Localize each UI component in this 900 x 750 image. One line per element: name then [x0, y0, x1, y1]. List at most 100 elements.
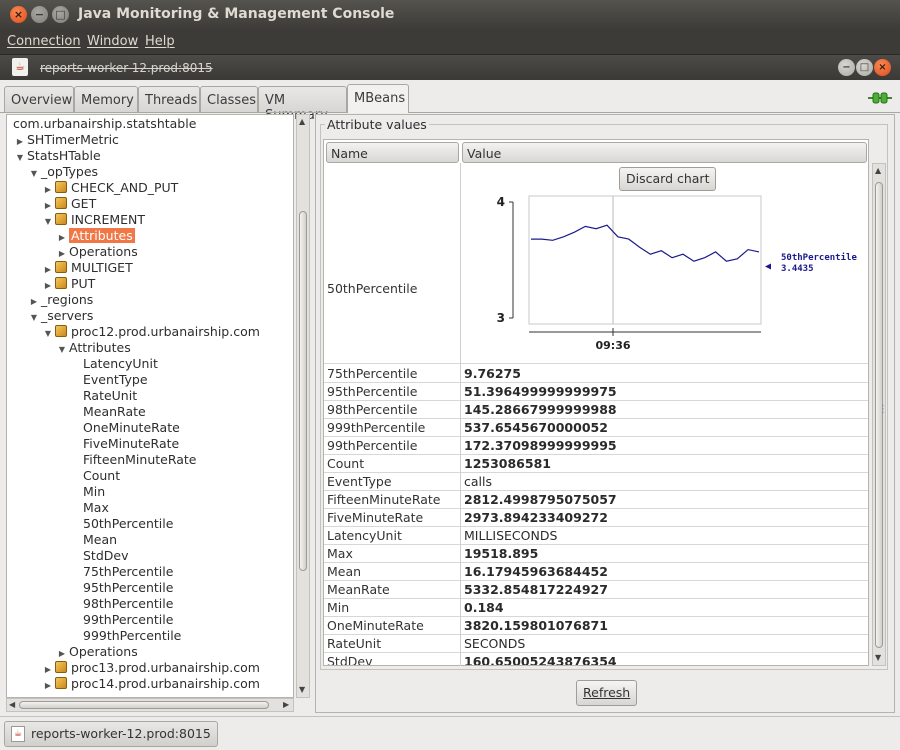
tree-node[interactable]: ▼ StatsHTable — [13, 148, 101, 164]
tree-node[interactable]: Max — [83, 500, 109, 516]
tree-node[interactable]: ▼ proc12.prod.urbanairship.com — [41, 324, 260, 340]
table-row[interactable]: EventType calls — [324, 473, 868, 491]
expanded-arrow-icon[interactable]: ▼ — [41, 217, 55, 226]
tab-classes[interactable]: Classes — [200, 86, 258, 113]
tab-overview[interactable]: Overview — [4, 86, 74, 113]
table-row[interactable]: LatencyUnit MILLISECONDS — [324, 527, 868, 545]
table-row[interactable]: Mean 16.17945963684452 — [324, 563, 868, 581]
scroll-down-arrow-icon[interactable]: ▼ — [299, 685, 305, 694]
tree-node[interactable]: ▶ CHECK_AND_PUT — [41, 180, 178, 196]
tree-node[interactable]: com.urbanairship.statshtable — [13, 116, 196, 132]
menu-window[interactable]: Window — [87, 34, 138, 49]
tree-node[interactable]: FifteenMinuteRate — [83, 452, 197, 468]
tree-node[interactable]: ▶ Operations — [55, 644, 138, 660]
tree-node[interactable]: OneMinuteRate — [83, 420, 180, 436]
expanded-arrow-icon[interactable]: ▼ — [55, 345, 69, 354]
scroll-left-arrow-icon[interactable]: ◀ — [9, 700, 15, 709]
tree-node[interactable]: ▶ MULTIGET — [41, 260, 133, 276]
tree-vertical-scroll-thumb[interactable] — [299, 211, 307, 571]
tree-node[interactable]: ▶ _regions — [27, 292, 93, 308]
window-close-button[interactable]: × — [10, 6, 27, 23]
collapsed-arrow-icon[interactable]: ▶ — [41, 665, 55, 674]
tree-node[interactable]: Min — [83, 484, 105, 500]
tree-node[interactable]: StdDev — [83, 548, 128, 564]
frame-minimize-button[interactable]: − — [838, 59, 855, 76]
expanded-arrow-icon[interactable]: ▼ — [41, 329, 55, 338]
menu-help[interactable]: Help — [145, 34, 175, 49]
tree-node[interactable]: 98thPercentile — [83, 596, 173, 612]
collapsed-arrow-icon[interactable]: ▶ — [41, 201, 55, 210]
table-row[interactable]: RateUnit SECONDS — [324, 635, 868, 653]
table-row[interactable]: Max 19518.895 — [324, 545, 868, 563]
table-scroll-down-arrow-icon[interactable]: ▼ — [875, 653, 881, 662]
tree-node[interactable]: FiveMinuteRate — [83, 436, 179, 452]
tree-node[interactable]: EventType — [83, 372, 148, 388]
tree-node[interactable]: ▶ Operations — [55, 244, 138, 260]
table-row[interactable]: MeanRate 5332.854817224927 — [324, 581, 868, 599]
collapsed-arrow-icon[interactable]: ▶ — [55, 233, 69, 242]
expanded-arrow-icon[interactable]: ▼ — [27, 313, 41, 322]
window-maximize-button[interactable]: □ — [52, 6, 69, 23]
tree-node[interactable]: ▼ _servers — [27, 308, 93, 324]
tree-node[interactable]: ▶ SHTimerMetric — [13, 132, 119, 148]
table-row[interactable]: Min 0.184 — [324, 599, 868, 617]
tree-node[interactable]: ▼ Attributes — [55, 340, 131, 356]
scroll-up-arrow-icon[interactable]: ▲ — [299, 117, 305, 126]
table-row[interactable]: FiveMinuteRate 2973.894233409272 — [324, 509, 868, 527]
connected-plug-icon[interactable] — [868, 92, 892, 104]
table-vertical-scroll-thumb[interactable] — [875, 182, 883, 648]
tab-threads[interactable]: Threads — [138, 86, 200, 113]
tree-node[interactable]: Count — [83, 468, 120, 484]
window-minimize-button[interactable]: − — [31, 6, 48, 23]
table-row[interactable]: 75thPercentile 9.76275 — [324, 365, 868, 383]
expanded-arrow-icon[interactable]: ▼ — [27, 169, 41, 178]
frame-close-button[interactable]: × — [874, 59, 891, 76]
collapsed-arrow-icon[interactable]: ▶ — [41, 185, 55, 194]
table-scroll-up-arrow-icon[interactable]: ▲ — [875, 166, 881, 175]
tree-node[interactable]: 75thPercentile — [83, 564, 173, 580]
collapsed-arrow-icon[interactable]: ▶ — [13, 137, 27, 146]
collapsed-arrow-icon[interactable]: ▶ — [55, 249, 69, 258]
tree-node[interactable]: ▶ PUT — [41, 276, 95, 292]
collapsed-arrow-icon[interactable]: ▶ — [55, 649, 69, 658]
expanded-arrow-icon[interactable]: ▼ — [13, 153, 27, 162]
scroll-right-arrow-icon[interactable]: ▶ — [283, 700, 289, 709]
tree-horizontal-scrollbar[interactable]: ◀ ▶ — [6, 698, 294, 712]
collapsed-arrow-icon[interactable]: ▶ — [41, 681, 55, 690]
tree-node[interactable]: MeanRate — [83, 404, 146, 420]
splitter-grip-icon[interactable]: ⋮ — [878, 404, 888, 415]
tab-mbeans[interactable]: MBeans — [347, 84, 409, 113]
refresh-button[interactable]: Refresh — [576, 680, 638, 706]
mbean-tree[interactable]: com.urbanairship.statshtable ▶ SHTimerMetr… — [6, 114, 294, 698]
tab-memory[interactable]: Memory — [74, 86, 138, 113]
collapsed-arrow-icon[interactable]: ▶ — [41, 265, 55, 274]
table-row[interactable]: 99thPercentile 172.37098999999995 — [324, 437, 868, 455]
tree-node[interactable]: 50thPercentile — [83, 516, 173, 532]
table-row[interactable]: OneMinuteRate 3820.159801076871 — [324, 617, 868, 635]
collapsed-arrow-icon[interactable]: ▶ — [27, 297, 41, 306]
column-header-value[interactable]: Value — [462, 142, 867, 163]
tree-node[interactable]: ▼ _opTypes — [27, 164, 98, 180]
tree-node[interactable]: ▶ Attributes — [55, 228, 135, 244]
tree-node[interactable]: 99thPercentile — [83, 612, 173, 628]
tree-node[interactable]: LatencyUnit — [83, 356, 158, 372]
column-header-name[interactable]: Name — [326, 142, 459, 163]
collapsed-arrow-icon[interactable]: ▶ — [41, 281, 55, 290]
discard-chart-button[interactable]: Discard chart — [619, 167, 717, 191]
tree-node[interactable]: Mean — [83, 532, 117, 548]
table-row[interactable]: 999thPercentile 537.6545670000052 — [324, 419, 868, 437]
tree-node[interactable]: ▶ GET — [41, 196, 96, 212]
tree-node[interactable]: RateUnit — [83, 388, 137, 404]
table-row[interactable]: 95thPercentile 51.396499999999975 — [324, 383, 868, 401]
tree-vertical-scrollbar[interactable]: ▲ ▼ — [296, 114, 310, 698]
table-row[interactable]: 98thPercentile 145.28667999999988 — [324, 401, 868, 419]
table-row[interactable]: Count 1253086581 — [324, 455, 868, 473]
frame-maximize-button[interactable]: □ — [856, 59, 873, 76]
tree-node[interactable]: 95thPercentile — [83, 580, 173, 596]
table-row[interactable]: StdDev 160.65005243876354 — [324, 653, 868, 665]
tab-vm-summary[interactable]: VM Summary — [258, 86, 347, 123]
tree-node[interactable]: ▶ proc13.prod.urbanairship.com — [41, 660, 260, 676]
taskbar-connection-item[interactable]: ☕ reports-worker-12.prod:8015 — [4, 721, 218, 747]
tree-horizontal-scroll-thumb[interactable] — [19, 701, 269, 709]
tree-node[interactable]: ▶ proc14.prod.urbanairship.com — [41, 676, 260, 692]
